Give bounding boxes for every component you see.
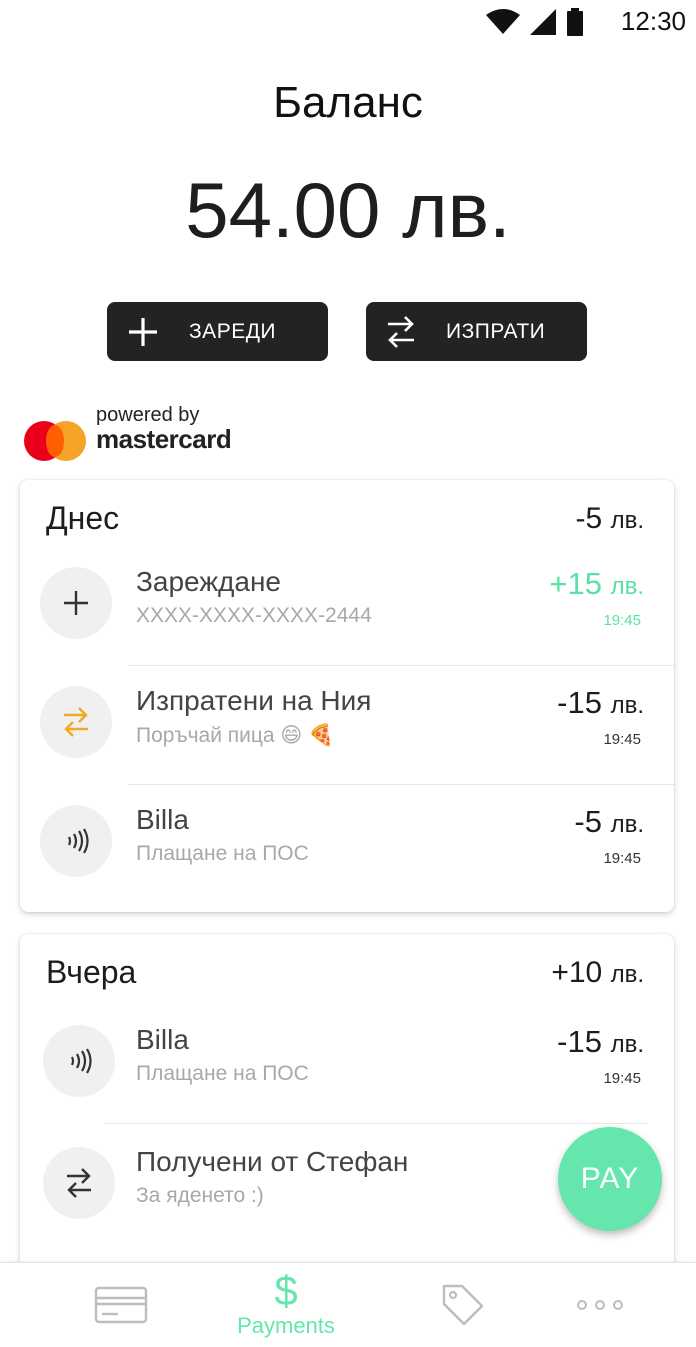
topup-label: ЗАРЕДИ [189,319,277,343]
transaction-row[interactable]: Billa Плащане на ПОС -5 лв. 19:45 [20,786,674,904]
contactless-icon [67,828,89,854]
nav-cards[interactable] [90,1263,152,1347]
amount-value: +15 [549,566,602,601]
amount-currency: лв. [610,573,644,600]
dollar-icon: $ [274,1267,298,1314]
transaction-row[interactable]: Зареждане XXXX-XXXX-XXXX-2444 +15 лв. 19… [20,548,674,666]
amount-value: -15 [557,685,602,720]
transfer-icon [67,1168,91,1198]
bottom-nav: $ Payments [0,1262,696,1347]
transaction-subtitle: За яденето :) [136,1184,264,1207]
transaction-amount: -15 лв. [557,685,644,721]
transaction-title: Billa [136,1024,189,1055]
nav-payments-label: Payments [237,1313,335,1338]
mastercard-overlap [46,425,64,457]
transactions-card-today: Днес -5 лв. Зареждане XXXX-XXXX-XXXX-244… [20,480,674,912]
transaction-time: 19:45 [603,1070,641,1087]
row-divider [128,665,674,666]
day-label: Вчера [46,954,137,990]
nav-offers[interactable] [436,1263,490,1347]
day-total: +10 лв. [551,956,644,990]
transaction-title: Получени от Стефан [136,1146,409,1177]
transaction-subtitle: XXXX-XXXX-XXXX-2444 [136,604,372,627]
more-dots-icon [577,1300,623,1310]
amount-value: -15 [557,1024,602,1059]
battery-icon [567,8,583,36]
transaction-subtitle: Плащане на ПОС [136,842,309,865]
status-time: 12:30 [620,6,686,36]
transaction-icon-wrap [40,686,112,758]
row-divider [128,784,674,785]
send-button[interactable]: ИЗПРАТИ [366,302,587,361]
transaction-amount: -5 лв. [574,804,644,840]
day-total-currency: лв. [610,507,644,534]
plus-icon [129,317,157,346]
balance-amount: 54.00 лв. [185,166,511,254]
transfer-icon [64,707,88,737]
amount-currency: лв. [610,1031,644,1058]
credit-card-icon [94,1286,148,1324]
wifi-icon [486,9,520,34]
transaction-time: 19:45 [603,612,641,629]
status-icons [486,8,584,36]
transaction-icon-wrap [43,1025,115,1097]
pay-fab-button[interactable]: PAY [558,1127,662,1231]
contactless-icon [70,1048,92,1074]
nav-payments[interactable]: $ Payments [226,1263,346,1347]
card-header: Днес -5 лв. [46,500,644,544]
amount-currency: лв. [610,811,644,838]
transactions-card-yesterday: Вчера +10 лв. Billa Плащане на ПОС -15 л… [20,934,674,1314]
cell-signal-icon [530,9,556,35]
plus-icon [64,591,88,615]
transaction-icon-wrap [40,805,112,877]
row-divider [104,1123,648,1124]
transaction-icon-wrap [43,1147,115,1219]
amount-currency: лв. [610,692,644,719]
transaction-icon-wrap [40,567,112,639]
day-total-value: -5 [575,502,603,535]
transaction-title: Billa [136,804,189,835]
mastercard-logo: powered by mastercard [24,404,254,464]
day-total-currency: лв. [610,961,644,988]
transfer-icon [388,315,414,348]
day-total: -5 лв. [576,502,644,536]
transaction-row[interactable]: Изпратени на Ния Поръчай пица 😄 🍕 -15 лв… [20,667,674,785]
transaction-amount: +15 лв. [549,566,644,602]
transaction-time: 19:45 [603,731,641,748]
topup-button[interactable]: ЗАРЕДИ [107,302,328,361]
day-total-value: +10 [551,956,603,989]
balance-label: Баланс [273,78,423,127]
transaction-time: 19:45 [603,850,641,867]
day-label: Днес [46,500,120,536]
transaction-title: Зареждане [136,566,281,597]
status-bar: 12:30 [0,0,696,44]
transaction-subtitle: Поръчай пица 😄 🍕 [136,724,335,747]
transaction-amount: -15 лв. [557,1024,644,1060]
tag-icon [442,1284,484,1326]
transaction-title: Изпратени на Ния [136,685,372,716]
transaction-row[interactable]: Billa Плащане на ПОС -15 лв. 19:45 [20,1006,674,1124]
mastercard-brand-text: mastercard [96,424,232,454]
amount-value: -5 [574,804,602,839]
nav-more[interactable] [574,1263,626,1347]
card-header: Вчера +10 лв. [46,954,644,998]
send-label: ИЗПРАТИ [446,319,546,343]
transaction-subtitle: Плащане на ПОС [136,1062,309,1085]
